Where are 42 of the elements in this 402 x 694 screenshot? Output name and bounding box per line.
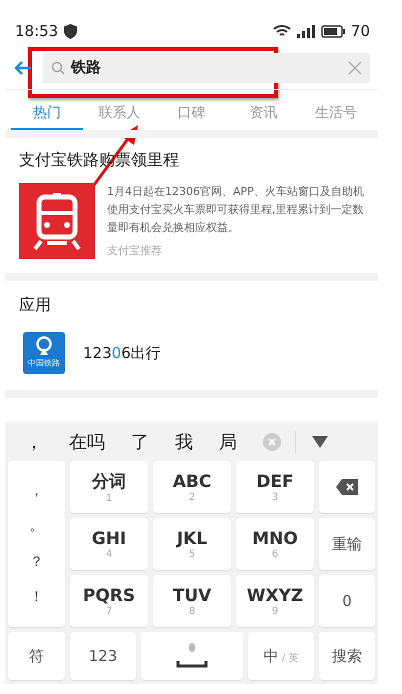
search-icon [51, 60, 65, 74]
key[interactable]: 123 [70, 632, 136, 680]
key[interactable]: DEF 3 [236, 461, 314, 513]
space-key[interactable] [141, 632, 243, 680]
language-key[interactable]: 中 / 英 [248, 632, 314, 680]
app-name[interactable]: 12306出行 [83, 344, 161, 362]
symbol-key[interactable]: ， 。 ？ ！ [8, 461, 65, 627]
key[interactable]: WXYZ 9 [236, 575, 314, 627]
shield-icon [64, 24, 78, 38]
candidate-word[interactable]: 我 [175, 430, 193, 454]
key[interactable]: 0 [319, 575, 375, 627]
candidate-word[interactable]: 局 [219, 430, 237, 454]
key[interactable]: 分词 1 [70, 461, 148, 513]
wifi-icon [272, 24, 291, 38]
battery-icon [320, 24, 345, 38]
key[interactable]: 符 [8, 632, 65, 680]
key[interactable]: JKL 5 [153, 518, 231, 570]
candidate-word[interactable]: 在吗 [69, 430, 105, 454]
key[interactable]: PQRS 7 [70, 575, 148, 627]
key[interactable]: TUV 8 [153, 575, 231, 627]
signal-icon [296, 24, 315, 38]
key[interactable]: 重输 [319, 518, 375, 570]
key[interactable]: MNO 6 [236, 518, 314, 570]
train-icon [19, 183, 95, 259]
backspace-icon [336, 479, 358, 495]
candidate-word[interactable]: 了 [131, 430, 149, 454]
battery-level: 70 [350, 22, 370, 40]
search-field[interactable]: 铁路 [43, 52, 370, 82]
backspace-key[interactable] [319, 461, 375, 513]
key[interactable]: 搜索 [319, 632, 375, 680]
status-time: 18:53 [15, 22, 58, 40]
app-logo[interactable]: 中国铁路 [23, 332, 65, 374]
key[interactable]: ABC 2 [153, 461, 231, 513]
card-source: 支付宝推荐 [107, 243, 163, 258]
candidate-word[interactable]: ， [25, 430, 43, 454]
section-heading: 应用 [19, 295, 52, 316]
back-arrow-icon[interactable] [15, 60, 31, 74]
dropdown-triangle-icon[interactable] [312, 436, 328, 448]
card-description: 1月4日起在12306官网、APP、火车站窗口及自助机使用支付宝买火车票即可获得里程,里程累计到一定数量即有机会兑换相应权益。 [107, 184, 364, 236]
railway-emblem-icon [34, 336, 54, 356]
logo-text: 中国铁路 [28, 358, 60, 369]
key[interactable]: GHI 4 [70, 518, 148, 570]
